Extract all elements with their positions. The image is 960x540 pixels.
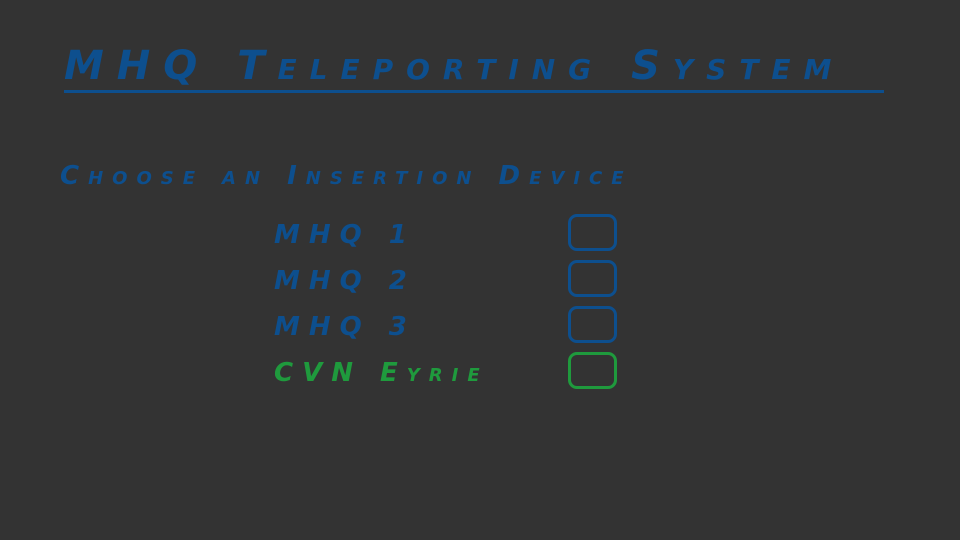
option-mhq-1[interactable]: MHQ 1 bbox=[272, 212, 632, 258]
page-title: MHQ Teleporting System bbox=[64, 43, 845, 89]
option-label: CVN Eyrie bbox=[274, 358, 489, 388]
option-mhq-2[interactable]: MHQ 2 bbox=[272, 258, 632, 304]
menu-subtitle: Choose an Insertion Device bbox=[60, 161, 633, 191]
option-checkbox[interactable] bbox=[568, 214, 617, 251]
option-label: MHQ 2 bbox=[274, 266, 416, 296]
option-label: MHQ 3 bbox=[274, 312, 416, 342]
option-checkbox[interactable] bbox=[568, 306, 617, 343]
teleport-menu-screen: MHQ Teleporting System Choose an Inserti… bbox=[0, 0, 960, 540]
option-checkbox[interactable] bbox=[568, 260, 617, 297]
insertion-device-list: MHQ 1 MHQ 2 MHQ 3 CVN Eyrie bbox=[272, 212, 632, 396]
option-cvn-eyrie[interactable]: CVN Eyrie bbox=[272, 350, 632, 396]
option-checkbox[interactable] bbox=[568, 352, 617, 389]
option-label: MHQ 1 bbox=[274, 220, 416, 250]
title-underline bbox=[64, 90, 884, 93]
option-mhq-3[interactable]: MHQ 3 bbox=[272, 304, 632, 350]
